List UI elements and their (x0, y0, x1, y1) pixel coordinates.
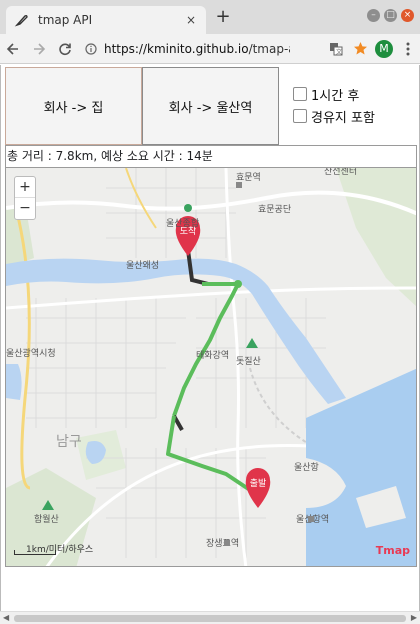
zoom-out-button[interactable]: − (15, 198, 35, 219)
route-to-home-button[interactable]: 회사 -> 집 (5, 67, 142, 145)
label-jangsaengpo-station: 장생포역 (206, 538, 239, 549)
route-summary: 총 거리 : 7.8km, 예상 소요 시간 : 14분 (5, 145, 417, 167)
route-buttons: 회사 -> 집 회사 -> 울산역 (5, 67, 279, 145)
translate-icon[interactable]: 文 (324, 37, 348, 61)
url-host: https://kminito.github.io (104, 41, 249, 56)
start-label: 출발 (250, 478, 267, 489)
back-icon[interactable] (0, 37, 26, 61)
svg-text:文: 文 (336, 48, 342, 56)
station-icon (236, 182, 242, 188)
pond-w (6, 364, 22, 400)
avatar-letter: M (375, 39, 393, 58)
reload-icon[interactable] (52, 37, 78, 61)
scroll-thumb[interactable] (14, 615, 406, 622)
route-to-ulsan-station-button[interactable]: 회사 -> 울산역 (142, 67, 279, 145)
route-options: 1시간 후 경유지 포함 (293, 83, 375, 127)
window-close-icon[interactable]: × (401, 9, 414, 22)
star-icon[interactable] (348, 37, 372, 61)
scale-text: 1km/미터/하우스 (26, 545, 94, 555)
label-hamwolsan: 함월산 (34, 513, 59, 525)
label-ulsan-wasaeng: 울산왜성 (126, 260, 159, 271)
checkbox-one-hour-later[interactable] (293, 87, 307, 101)
station-icon-2 (308, 516, 314, 522)
address-bar[interactable]: https://kminito.github.io/tmap-ap... (82, 37, 324, 61)
label-ulsan-port: 울산항 (294, 462, 319, 473)
tab-title: tmap API (38, 13, 93, 27)
label-nam-gu: 남구 (56, 434, 82, 450)
waypoint-dot (234, 280, 242, 288)
minimize-icon[interactable]: – (367, 9, 380, 22)
browser-tab[interactable]: tmap API × (6, 6, 206, 34)
window-controls: – □ × (367, 9, 414, 22)
browser-titlebar: tmap API × + – □ × (0, 0, 420, 34)
browser-toolbar: https://kminito.github.io/tmap-ap... 文 M (0, 34, 420, 64)
label-taehwagang-station: 태화강역 (196, 350, 229, 361)
map-canvas[interactable]: 도착 출발 울산종합 효문역 효문공단 산전센터 울산왜성 태화강역 돗질산 울… (6, 168, 417, 567)
map-view[interactable]: 도착 출발 울산종합 효문역 효문공단 산전센터 울산왜성 태화강역 돗질산 울… (5, 167, 417, 567)
scroll-right-icon[interactable]: ▶ (411, 613, 417, 622)
forward-icon[interactable] (26, 37, 52, 61)
profile-avatar[interactable]: M (372, 37, 396, 61)
url-path: /tmap-ap... (248, 41, 290, 56)
checkbox-include-waypoint[interactable] (293, 109, 307, 123)
page-content: 회사 -> 집 회사 -> 울산역 1시간 후 경유지 포함 총 거리 : 7.… (0, 65, 420, 611)
zoom-control: + − (14, 176, 36, 220)
option-one-hour-later[interactable]: 1시간 후 (293, 83, 375, 105)
label-sanjeon: 산전센터 (324, 168, 357, 177)
option-include-waypoint[interactable]: 경유지 포함 (293, 105, 375, 127)
label-one-hour-later: 1시간 후 (311, 88, 360, 104)
label-hyomun-station: 효문역 (236, 172, 261, 183)
label-ulsan-general: 울산종합 (166, 218, 199, 229)
scroll-left-icon[interactable]: ◀ (3, 613, 9, 622)
label-include-waypoint: 경유지 포함 (311, 110, 375, 126)
menu-icon[interactable] (396, 37, 420, 61)
maximize-icon[interactable]: □ (384, 9, 397, 22)
zoom-in-button[interactable]: + (15, 177, 35, 198)
feather-icon (14, 14, 28, 27)
url-text: https://kminito.github.io/tmap-ap... (104, 42, 290, 56)
station-icon-3 (224, 540, 230, 546)
horizontal-scrollbar[interactable]: ◀ ▶ (0, 611, 420, 624)
new-tab-button[interactable]: + (214, 8, 232, 26)
label-ulsan-city-hall: 울산광역시청 (6, 347, 56, 359)
tmap-logo: Tmap (375, 544, 410, 557)
hospital-icon (184, 204, 192, 212)
label-dotjilsan: 돗질산 (236, 355, 261, 367)
info-icon[interactable] (82, 42, 100, 56)
label-hyomun-industrial: 효문공단 (258, 204, 291, 215)
close-tab-icon[interactable]: × (184, 13, 198, 27)
